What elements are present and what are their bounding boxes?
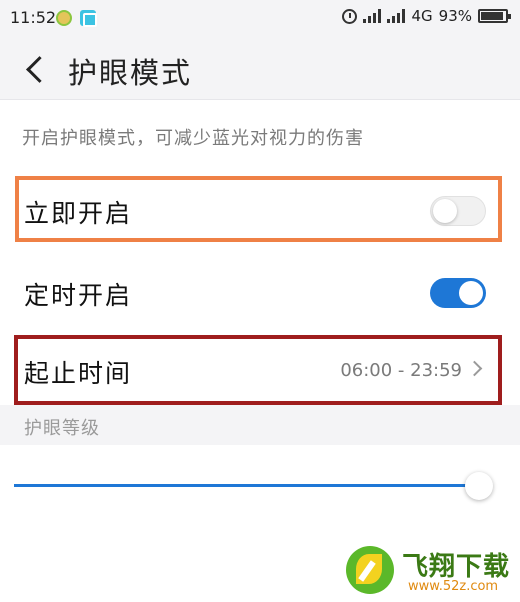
eye-level-slider[interactable]: [14, 468, 498, 504]
watermark-name: 飞翔下载: [402, 552, 511, 582]
signal-icon: [363, 9, 382, 23]
toggle-knob: [459, 281, 483, 305]
signal-icon: [387, 9, 406, 23]
back-button[interactable]: [16, 48, 56, 88]
page-title: 护眼模式: [68, 56, 193, 90]
slider-thumb[interactable]: [464, 472, 493, 500]
eye-level-section-header: 护眼等级: [0, 405, 520, 445]
network-type: 4G: [411, 7, 433, 25]
alarm-icon: [342, 8, 358, 24]
site-watermark: 飞翔下载 www.52z.com: [346, 546, 516, 600]
scheduled-enable-label: 定时开启: [24, 281, 133, 310]
app-notification-icon: [56, 10, 72, 26]
watermark-url: www.52z.com: [408, 579, 499, 594]
battery-percent: 93%: [438, 7, 472, 25]
scheduled-enable-toggle[interactable]: [430, 278, 486, 308]
status-indicators: 4G 93%: [342, 7, 511, 25]
eye-level-label: 护眼等级: [24, 418, 100, 439]
highlight-frame-red: [14, 335, 502, 405]
slider-track[interactable]: [14, 484, 479, 487]
scan-app-icon: [80, 10, 97, 27]
battery-icon: [478, 9, 511, 23]
mode-description: 开启护眼模式，可减少蓝光对视力的伤害: [22, 128, 364, 149]
status-time: 11:52: [10, 8, 57, 27]
watermark-logo: [346, 546, 394, 594]
scheduled-enable-row[interactable]: 定时开启: [0, 260, 520, 324]
highlight-frame-orange: [15, 176, 502, 242]
status-bar: 11:52 4G 93%: [0, 0, 520, 36]
battery-fill: [481, 12, 504, 20]
app-header: 护眼模式: [0, 36, 520, 100]
